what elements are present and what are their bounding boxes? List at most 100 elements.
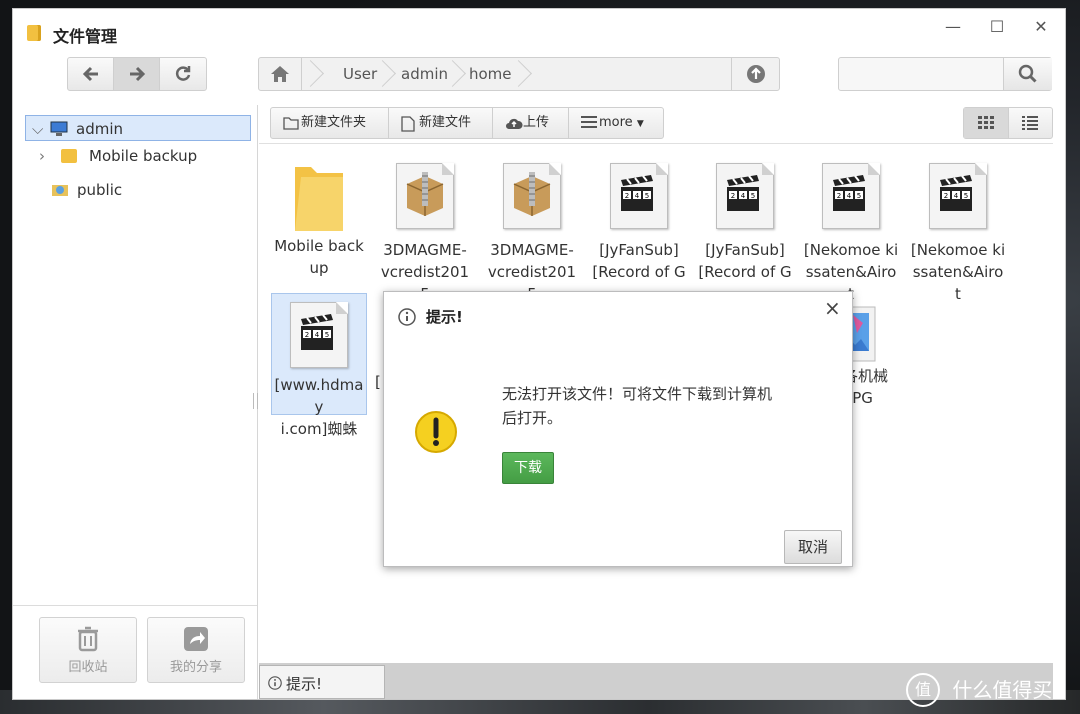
file-name-line2: up xyxy=(309,259,329,277)
file-name-line2: [Record of G xyxy=(698,263,792,281)
minimize-button[interactable]: — xyxy=(933,13,973,41)
svg-text:4: 4 xyxy=(741,192,746,200)
recycle-bin-label: 回收站 xyxy=(68,660,108,675)
home-icon xyxy=(271,66,289,82)
dialog-close-icon[interactable]: × xyxy=(824,296,841,320)
warning-icon xyxy=(415,411,457,453)
search-icon xyxy=(1018,64,1037,83)
file-item[interactable]: Mobile back up xyxy=(271,159,367,279)
new-file-button[interactable]: 新建文件 xyxy=(389,108,493,138)
new-folder-button[interactable]: 新建文件夹 xyxy=(271,108,389,138)
file-item-selected[interactable]: 245 [www.hdmay i.com]蜘蛛 xyxy=(271,293,367,438)
chevron-down-icon: ⌵ xyxy=(32,120,44,138)
video-file-icon: 245 xyxy=(716,163,774,229)
file-item[interactable]: 245 [JyFanSub] [Record of G xyxy=(697,163,793,283)
file-item[interactable]: 245 [Nekomoe ki ssaten&Airot xyxy=(910,163,1006,305)
dialog-message: 无法打开该文件！可将文件下载到计算机 后打开。 xyxy=(502,382,772,430)
my-share-label: 我的分享 xyxy=(169,660,222,675)
video-file-icon: 245 xyxy=(929,163,987,229)
svg-text:5: 5 xyxy=(645,192,649,200)
svg-text:4: 4 xyxy=(635,192,640,200)
video-file-icon: 245 xyxy=(290,302,348,368)
shared-folder-icon xyxy=(52,185,68,196)
sidebar: ⌵ admin › Mobile backup public 回收站 我的分享 xyxy=(13,105,258,699)
search-input[interactable] xyxy=(839,58,1003,90)
tree-label: admin xyxy=(76,120,123,138)
list-icon xyxy=(581,116,597,128)
search-button[interactable] xyxy=(1003,58,1052,90)
search-box xyxy=(838,57,1052,91)
file-name-line1: 3DMAGME- xyxy=(383,241,467,259)
file-name-line1: [JyFanSub] xyxy=(705,241,785,259)
maximize-button[interactable]: ☐ xyxy=(977,13,1017,41)
file-manager-window: 文件管理 — ☐ ✕ User admin home ⌵ admin › Mob… xyxy=(12,8,1066,700)
tree-item-admin[interactable]: ⌵ admin xyxy=(25,115,251,141)
file-name-line1: Mobile back xyxy=(274,237,364,255)
more-label: more xyxy=(599,115,633,130)
status-tip-tab[interactable]: 提示! xyxy=(259,665,385,699)
svg-text:5: 5 xyxy=(964,192,968,200)
svg-text:2: 2 xyxy=(837,192,841,200)
svg-text:5: 5 xyxy=(857,192,861,200)
close-button[interactable]: ✕ xyxy=(1021,13,1061,41)
view-toggle xyxy=(963,107,1053,139)
watermark: 值 什么值得买 xyxy=(906,670,1076,707)
svg-text:4: 4 xyxy=(847,192,852,200)
svg-text:4: 4 xyxy=(315,331,320,339)
arrow-up-circle-icon xyxy=(746,65,765,83)
sidebar-resize-handle[interactable] xyxy=(253,393,258,409)
svg-text:4: 4 xyxy=(954,192,959,200)
video-file-icon: 245 xyxy=(610,163,668,229)
watermark-text: 什么值得买 xyxy=(952,677,1053,702)
svg-text:2: 2 xyxy=(944,192,948,200)
archive-icon xyxy=(396,163,454,229)
list-view-icon xyxy=(1022,116,1038,130)
upload-button[interactable]: 上传 xyxy=(493,108,569,138)
list-view-button[interactable] xyxy=(1008,108,1052,138)
file-name-line1: 3DMAGME- xyxy=(490,241,574,259)
svg-text:5: 5 xyxy=(751,192,755,200)
file-name-line1: [JyFanSub] xyxy=(599,241,679,259)
recycle-bin-button[interactable]: 回收站 xyxy=(39,617,137,683)
more-dropdown[interactable]: more ▼ xyxy=(569,108,663,138)
file-name-line1: [Nekomoe ki xyxy=(803,241,899,259)
grid-view-button[interactable] xyxy=(964,108,1009,138)
file-name-line1: [www.hdmay xyxy=(274,376,364,416)
refresh-icon xyxy=(175,66,190,81)
status-tip-label: 提示! xyxy=(286,675,323,693)
archive-icon xyxy=(503,163,561,229)
chevron-right-icon: › xyxy=(39,147,45,165)
go-up-button[interactable] xyxy=(731,58,779,90)
file-name-line1: [ xyxy=(375,373,381,391)
file-item[interactable]: 245 [Nekomoe kissaten&Airot xyxy=(803,163,899,305)
my-share-button[interactable]: 我的分享 xyxy=(147,617,245,683)
folder-outline-icon xyxy=(283,117,299,130)
dialog-title: 提示! xyxy=(426,308,463,326)
share-icon xyxy=(184,627,208,651)
svg-text:2: 2 xyxy=(731,192,735,200)
new-file-label: 新建文件 xyxy=(419,115,472,130)
svg-text:2: 2 xyxy=(305,331,309,339)
arrow-right-icon xyxy=(129,66,145,82)
file-name-line2: ssaten&Airot xyxy=(912,263,1004,303)
dialog-message-line1: 无法打开该文件！可将文件下载到计算机 xyxy=(502,385,773,403)
file-name-line1: [Nekomoe ki xyxy=(910,241,1006,259)
breadcrumb: User admin home xyxy=(258,57,780,91)
file-item[interactable]: 245 [JyFanSub] [Record of G xyxy=(591,163,687,283)
upload-label: 上传 xyxy=(523,115,550,130)
folder-icon xyxy=(295,167,343,231)
nav-button-group xyxy=(67,57,207,91)
cancel-button[interactable]: 取消 xyxy=(784,530,842,564)
file-item[interactable]: 3DMAGME-vcredist2015 xyxy=(484,163,580,305)
home-button[interactable] xyxy=(259,58,302,90)
grid-icon xyxy=(978,116,994,129)
file-outline-icon xyxy=(401,116,415,132)
arrow-left-icon xyxy=(82,66,98,82)
file-item[interactable]: 3DMAGME-vcredist2015 xyxy=(377,163,473,305)
back-button[interactable] xyxy=(68,58,114,90)
file-name-line2: i.com]蜘蛛 xyxy=(280,420,358,438)
forward-button[interactable] xyxy=(114,58,160,90)
download-button[interactable]: 下载 xyxy=(502,452,554,484)
new-folder-label: 新建文件夹 xyxy=(301,115,367,130)
refresh-button[interactable] xyxy=(160,58,205,90)
